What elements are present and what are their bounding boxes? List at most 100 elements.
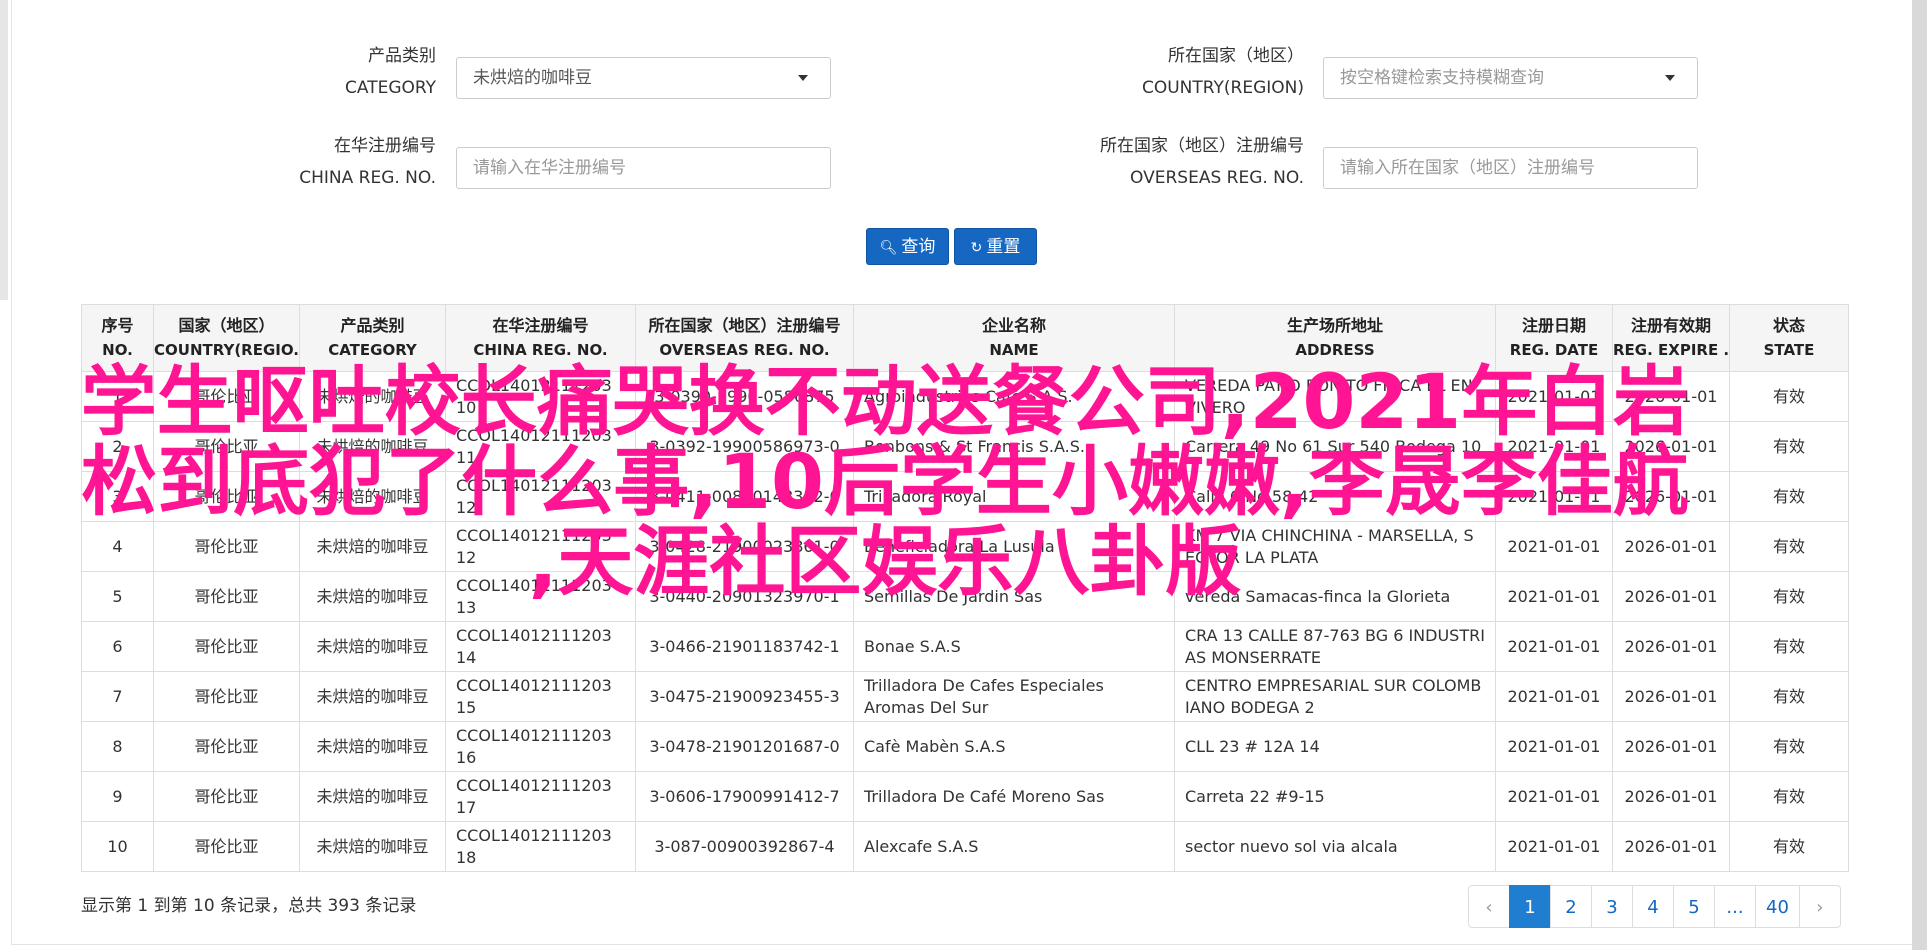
- prev-page-button[interactable]: ‹: [1468, 885, 1510, 928]
- reset-button[interactable]: ↻ 重置: [954, 228, 1037, 265]
- column-header-en: STATE: [1763, 341, 1815, 359]
- country-select[interactable]: 按空格键检索支持模糊查询: [1323, 57, 1698, 99]
- table-row[interactable]: 8 哥伦比亚 未烘焙的咖啡豆 CCOL14012111203 16 3-0478-219…: [81, 721, 1849, 772]
- row-number: 9: [81, 771, 154, 822]
- category-select[interactable]: 未烘焙的咖啡豆: [456, 57, 831, 99]
- overseas-reg-placeholder: 请输入所在国家（地区）注册编号: [1340, 158, 1595, 178]
- page-button[interactable]: 40: [1755, 885, 1800, 928]
- name-cell: Trilladora Royal: [853, 471, 1175, 522]
- expire-date-cell: 2026-01-01: [1612, 821, 1730, 872]
- overseas-reg-cell: 3-0606-17900991412-7: [635, 771, 854, 822]
- country-placeholder: 按空格键检索支持模糊查询: [1340, 68, 1544, 88]
- category-cell: 未烘焙的咖啡豆: [299, 371, 446, 422]
- table-row[interactable]: 5 哥伦比亚 未烘焙的咖啡豆 CCOL14012111203 13 3-0440-209…: [81, 571, 1849, 622]
- china-reg-cell: CCOL14012111203 14: [445, 621, 636, 672]
- expire-date-cell: 2026-01-01: [1612, 621, 1730, 672]
- page-button[interactable]: 3: [1591, 885, 1633, 928]
- column-header-cn: 序号: [101, 316, 134, 335]
- china-reg-cell: CCOL14012111203 17: [445, 771, 636, 822]
- column-header-en: CHINA REG. NO.: [473, 341, 608, 359]
- country-label-cn: 所在国家（地区）: [1168, 46, 1304, 66]
- address-cell: vereda Samacas-finca la Glorieta: [1174, 571, 1496, 622]
- expire-date-cell: 2026-01-01: [1612, 671, 1730, 722]
- reg-date-cell: 2021-01-01: [1495, 621, 1613, 672]
- table-row[interactable]: 2 哥伦比亚 未烘焙的咖啡豆 CCOL14012111203 11 3-0392-199…: [81, 421, 1849, 472]
- table-row[interactable]: 10 哥伦比亚 未烘焙的咖啡豆 CCOL14012111203 18 3-087-009…: [81, 821, 1849, 872]
- search-button-label: 查询: [901, 237, 936, 257]
- country-label: 所在国家（地区） COUNTRY(REGION): [1004, 40, 1304, 104]
- china-reg-cell: CCOL14012111203 12: [445, 471, 636, 522]
- table-row[interactable]: 6 哥伦比亚 未烘焙的咖啡豆 CCOL14012111203 14 3-0466-219…: [81, 621, 1849, 672]
- table-row[interactable]: 3 哥伦比亚 未烘焙的咖啡豆 CCOL14012111203 12 3-0411-008…: [81, 471, 1849, 522]
- column-header-cn: 产品类别: [340, 316, 405, 335]
- scrollbar[interactable]: [1912, 0, 1927, 950]
- overseas-reg-cell: 3-0478-21901201687-0: [635, 721, 854, 772]
- column-header: 所在国家（地区）注册编号 OVERSEAS REG. NO.: [635, 304, 854, 372]
- next-page-button[interactable]: ›: [1798, 885, 1841, 928]
- record-summary: 显示第 1 到第 10 条记录，总共 393 条记录: [81, 896, 417, 916]
- column-header-cn: 在华注册编号: [492, 316, 589, 335]
- reg-date-cell: 2021-01-01: [1495, 521, 1613, 572]
- category-cell: 未烘焙的咖啡豆: [299, 721, 446, 772]
- overseas-reg-cell: 3-0466-21901183742-1: [635, 621, 854, 672]
- page-button[interactable]: 4: [1632, 885, 1674, 928]
- state-cell: 有效: [1729, 471, 1849, 522]
- row-number: 7: [81, 671, 154, 722]
- column-header-en: CATEGORY: [328, 341, 417, 359]
- row-number: 4: [81, 521, 154, 572]
- column-header-en: REG. EXPIRE ...: [1613, 341, 1730, 359]
- china-reg-cell: CCOL14012111203 10: [445, 371, 636, 422]
- search-button[interactable]: 🔍︎ 查询: [866, 228, 949, 265]
- column-header-en: NAME: [989, 341, 1039, 359]
- page-button[interactable]: 5: [1673, 885, 1715, 928]
- state-cell: 有效: [1729, 571, 1849, 622]
- reg-date-cell: 2021-01-01: [1495, 671, 1613, 722]
- state-cell: 有效: [1729, 821, 1849, 872]
- category-cell: 未烘焙的咖啡豆: [299, 821, 446, 872]
- column-header-en: REG. DATE: [1509, 341, 1599, 359]
- address-cell: CENTRO EMPRESARIAL SUR COLOMB IANO BODEG…: [1174, 671, 1496, 722]
- page-button[interactable]: 2: [1550, 885, 1592, 928]
- name-cell: Trilladora De Café Moreno Sas: [853, 771, 1175, 822]
- name-cell: Beneficiadora La Lusula: [853, 521, 1175, 572]
- china-reg-cell: CCOL14012111203 12: [445, 521, 636, 572]
- column-header: 注册日期 REG. DATE: [1495, 304, 1613, 372]
- china-reg-label: 在华注册编号 CHINA REG. NO.: [136, 130, 436, 194]
- china-reg-cell: CCOL14012111203 13: [445, 571, 636, 622]
- overseas-reg-input[interactable]: 请输入所在国家（地区）注册编号: [1323, 147, 1698, 189]
- name-cell: Bonbons & St Francis S.A.S.: [853, 421, 1175, 472]
- column-header-en: NO.: [102, 341, 133, 359]
- name-cell: Agroindustrias Café S.A.S.: [853, 371, 1175, 422]
- table-body: 1 哥伦比亚 未烘焙的咖啡豆 CCOL14012111203 10 3-0390-199…: [81, 371, 1849, 872]
- row-number: 2: [81, 421, 154, 472]
- overseas-reg-label-en: OVERSEAS REG. NO.: [1130, 168, 1304, 188]
- table-row[interactable]: 1 哥伦比亚 未烘焙的咖啡豆 CCOL14012111203 10 3-0390-199…: [81, 371, 1849, 422]
- address-cell: Carreta 22 #9-15: [1174, 771, 1496, 822]
- state-cell: 有效: [1729, 421, 1849, 472]
- expire-date-cell: 2026-01-01: [1612, 371, 1730, 422]
- category-cell: 未烘焙的咖啡豆: [299, 421, 446, 472]
- china-reg-input[interactable]: 请输入在华注册编号: [456, 147, 831, 189]
- page-button[interactable]: 1: [1509, 885, 1551, 928]
- category-cell: 未烘焙的咖啡豆: [299, 621, 446, 672]
- country-cell: 哥伦比亚: [153, 821, 300, 872]
- reg-date-cell: 2021-01-01: [1495, 821, 1613, 872]
- address-cell: KM 7 VIA CHINCHINA - MARSELLA, S ECTOR L…: [1174, 521, 1496, 572]
- column-header: 注册有效期 REG. EXPIRE ...: [1612, 304, 1730, 372]
- overseas-reg-label-cn: 所在国家（地区）注册编号: [1100, 136, 1304, 156]
- expire-date-cell: 2026-01-01: [1612, 771, 1730, 822]
- category-value: 未烘焙的咖啡豆: [473, 68, 592, 88]
- address-cell: Calle 6 No 58-42: [1174, 471, 1496, 522]
- search-icon: 🔍︎: [879, 240, 898, 256]
- table-row[interactable]: 4 哥伦比亚 未烘焙的咖啡豆 CCOL14012111203 12 3-0428-219…: [81, 521, 1849, 572]
- country-cell: 哥伦比亚: [153, 621, 300, 672]
- column-header: 国家（地区） COUNTRY(REGIO...: [153, 304, 300, 372]
- expire-date-cell: 2026-01-01: [1612, 471, 1730, 522]
- page-button[interactable]: ...: [1714, 885, 1756, 928]
- column-header: 生产场所地址 ADDRESS: [1174, 304, 1496, 372]
- state-cell: 有效: [1729, 771, 1849, 822]
- column-header: 序号 NO.: [81, 304, 154, 372]
- table-row[interactable]: 7 哥伦比亚 未烘焙的咖啡豆 CCOL14012111203 15 3-0475-219…: [81, 671, 1849, 722]
- table-row[interactable]: 9 哥伦比亚 未烘焙的咖啡豆 CCOL14012111203 17 3-0606-179…: [81, 771, 1849, 822]
- row-number: 1: [81, 371, 154, 422]
